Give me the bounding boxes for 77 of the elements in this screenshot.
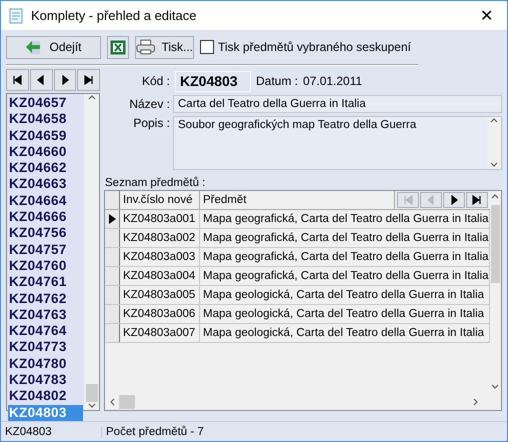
document-icon: [9, 8, 23, 24]
scroll-thumb[interactable]: [490, 205, 500, 283]
record-list-item[interactable]: KZ04664: [8, 192, 83, 210]
items-caption: Seznam předmětů :: [105, 177, 206, 189]
spreadsheet-icon: [110, 40, 126, 54]
print-option-checkbox[interactable]: Tisk předmětů vybraného seskupení: [200, 40, 411, 54]
record-list-item[interactable]: KZ04761: [8, 274, 83, 291]
chevron-up-icon[interactable]: [490, 117, 498, 125]
table-cell: KZ04803a003: [120, 248, 200, 266]
name-label: Název :: [128, 97, 170, 111]
table-cell: KZ04803a007: [120, 324, 200, 342]
excel-button[interactable]: [107, 36, 129, 58]
printer-icon: [136, 39, 156, 55]
exit-button[interactable]: Odejít: [6, 36, 101, 58]
date-label: Datum :: [256, 74, 298, 88]
record-list-item[interactable]: KZ04666: [8, 209, 83, 226]
record-list-item[interactable]: KZ04660: [8, 144, 83, 160]
next-icon: [60, 75, 70, 85]
record-list-item[interactable]: KZ04802: [8, 388, 83, 405]
record-list-item[interactable]: KZ04663: [8, 176, 83, 193]
record-list-item[interactable]: KZ04757: [8, 242, 83, 258]
record-list-item[interactable]: KZ04658: [8, 111, 83, 128]
chevron-up-icon[interactable]: [491, 193, 500, 201]
table-cell: KZ04803a005: [120, 286, 200, 304]
code-field[interactable]: KZ04803: [175, 70, 251, 92]
scroll-thumb[interactable]: [86, 384, 98, 402]
window-title: Komplety - přehled a editace: [31, 8, 198, 23]
record-list-item[interactable]: KZ04662: [8, 160, 83, 176]
last-record-button[interactable]: [77, 69, 100, 91]
name-field[interactable]: Carta del Teatro della Guerra in Italia: [173, 95, 502, 113]
next-item-button[interactable]: [442, 192, 465, 208]
last-icon: [84, 75, 94, 85]
first-record-button[interactable]: [6, 69, 29, 91]
row-indicator[interactable]: [105, 210, 120, 228]
chevron-left-icon[interactable]: [109, 398, 117, 406]
prev-icon: [426, 195, 436, 205]
record-list-item[interactable]: KZ04773: [8, 339, 83, 356]
chevron-right-icon[interactable]: [472, 398, 480, 406]
next-icon: [448, 195, 459, 205]
status-count: Počet předmětů - 7: [105, 426, 205, 438]
chevron-up-icon[interactable]: [88, 94, 96, 102]
chevron-down-icon[interactable]: [490, 161, 498, 169]
description-scrollbar[interactable]: [487, 117, 501, 169]
record-list-item[interactable]: KZ04764: [8, 323, 83, 340]
first-icon: [402, 195, 413, 205]
scroll-thumb[interactable]: [119, 394, 135, 408]
last-icon: [472, 195, 482, 205]
record-list-item[interactable]: KZ04763: [8, 306, 83, 324]
status-code: KZ04803: [1, 426, 102, 438]
next-record-button[interactable]: [54, 69, 76, 91]
table-cell: KZ04803a006: [120, 305, 200, 323]
current-row-icon: [108, 214, 116, 224]
column-header[interactable]: Inv.číslo nové: [120, 191, 200, 209]
date-value: 07.01.2011: [303, 74, 362, 88]
list-scrollbar[interactable]: [84, 94, 99, 410]
print-button[interactable]: Tisk...: [135, 36, 194, 58]
prev-icon: [36, 75, 46, 85]
chevron-down-icon[interactable]: [491, 383, 500, 391]
table-cell: KZ04803a004: [120, 267, 200, 285]
record-list-item[interactable]: KZ04762: [8, 290, 83, 307]
record-list-item[interactable]: KZ04659: [8, 128, 83, 144]
record-list-item[interactable]: KZ04657: [8, 95, 83, 112]
chevron-down-icon[interactable]: [88, 402, 96, 410]
description-label: Popis :: [132, 116, 170, 130]
table-cell: KZ04803a001: [120, 210, 200, 228]
code-label: Kód :: [140, 74, 170, 88]
prev-record-button[interactable]: [30, 69, 52, 91]
last-item-button[interactable]: [466, 192, 488, 208]
first-icon: [12, 75, 22, 85]
column-header[interactable]: Předmět: [200, 191, 395, 209]
table-cell: KZ04803a002: [120, 229, 200, 247]
description-field[interactable]: Soubor geografických map Teatro della Guerra: [173, 116, 502, 170]
record-list-item[interactable]: KZ04780: [8, 356, 83, 372]
record-list-item[interactable]: KZ04756: [8, 225, 83, 242]
record-list-item[interactable]: KZ04760: [8, 258, 83, 274]
close-button[interactable]: ✕: [474, 6, 499, 26]
record-list-item[interactable]: KZ04783: [8, 372, 83, 388]
